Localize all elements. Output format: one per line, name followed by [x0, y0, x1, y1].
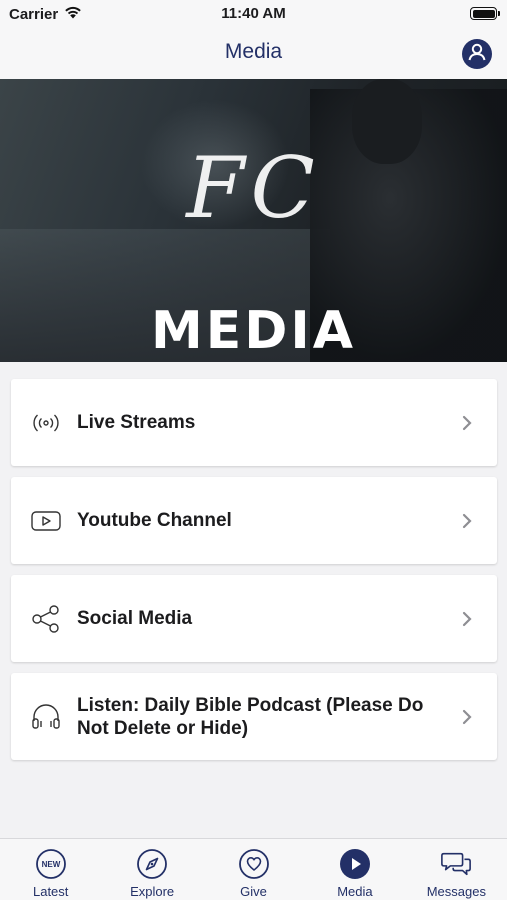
- battery-icon: [470, 7, 500, 20]
- person-circle-icon: [466, 41, 488, 68]
- menu-item-live-streams[interactable]: Live Streams: [11, 379, 497, 466]
- tab-messages[interactable]: Messages: [406, 839, 507, 900]
- tab-label: Latest: [32, 884, 69, 899]
- tab-give[interactable]: Give: [203, 839, 304, 900]
- navigation-bar: Media: [0, 30, 507, 79]
- menu-item-label: Listen: Daily Bible Podcast (Please Do N…: [77, 694, 424, 739]
- menu-item-youtube-channel[interactable]: Youtube Channel: [11, 477, 497, 564]
- chevron-right-icon: [461, 610, 473, 628]
- chevron-right-icon: [461, 512, 473, 530]
- status-time: 11:40 AM: [221, 5, 286, 22]
- new-badge-text: NEW: [41, 860, 60, 869]
- new-badge-icon: NEW: [35, 848, 67, 880]
- play-icon: [339, 848, 371, 880]
- menu-item-label: Youtube Channel: [77, 510, 232, 531]
- tab-label: Media: [337, 884, 373, 899]
- chevron-right-icon: [461, 708, 473, 726]
- tab-label: Explore: [130, 884, 175, 899]
- tab-label: Messages: [426, 884, 486, 899]
- tab-explore[interactable]: Explore: [101, 839, 202, 900]
- menu-item-daily-bible-podcast[interactable]: Listen: Daily Bible Podcast (Please Do N…: [11, 673, 497, 760]
- hero-banner: FC MEDIA: [0, 79, 507, 362]
- compass-icon: [136, 848, 168, 880]
- tab-media[interactable]: Media: [304, 839, 405, 900]
- broadcast-icon: [30, 407, 62, 439]
- menu-item-label: Live Streams: [77, 412, 196, 433]
- heart-icon: [238, 848, 270, 880]
- profile-button[interactable]: [462, 39, 492, 69]
- menu-item-social-media[interactable]: Social Media: [11, 575, 497, 662]
- menu-item-label: Social Media: [77, 608, 193, 629]
- chevron-right-icon: [461, 414, 473, 432]
- page-title: Media: [224, 40, 283, 63]
- tab-bar: NEW Latest Explore Give Media Messages: [0, 838, 507, 900]
- status-bar: Carrier 11:40 AM: [0, 0, 507, 30]
- chat-bubbles-icon: [440, 848, 472, 880]
- tab-latest[interactable]: NEW Latest: [0, 839, 101, 900]
- hero-title: MEDIA: [150, 301, 357, 361]
- headphones-icon: [30, 701, 62, 733]
- hero-script-logo: FC: [186, 139, 321, 237]
- tab-label: Give: [240, 884, 267, 899]
- media-menu-list: Live Streams Youtube Channel Social Medi…: [11, 379, 497, 771]
- video-play-icon: [30, 505, 62, 537]
- share-icon: [30, 603, 62, 635]
